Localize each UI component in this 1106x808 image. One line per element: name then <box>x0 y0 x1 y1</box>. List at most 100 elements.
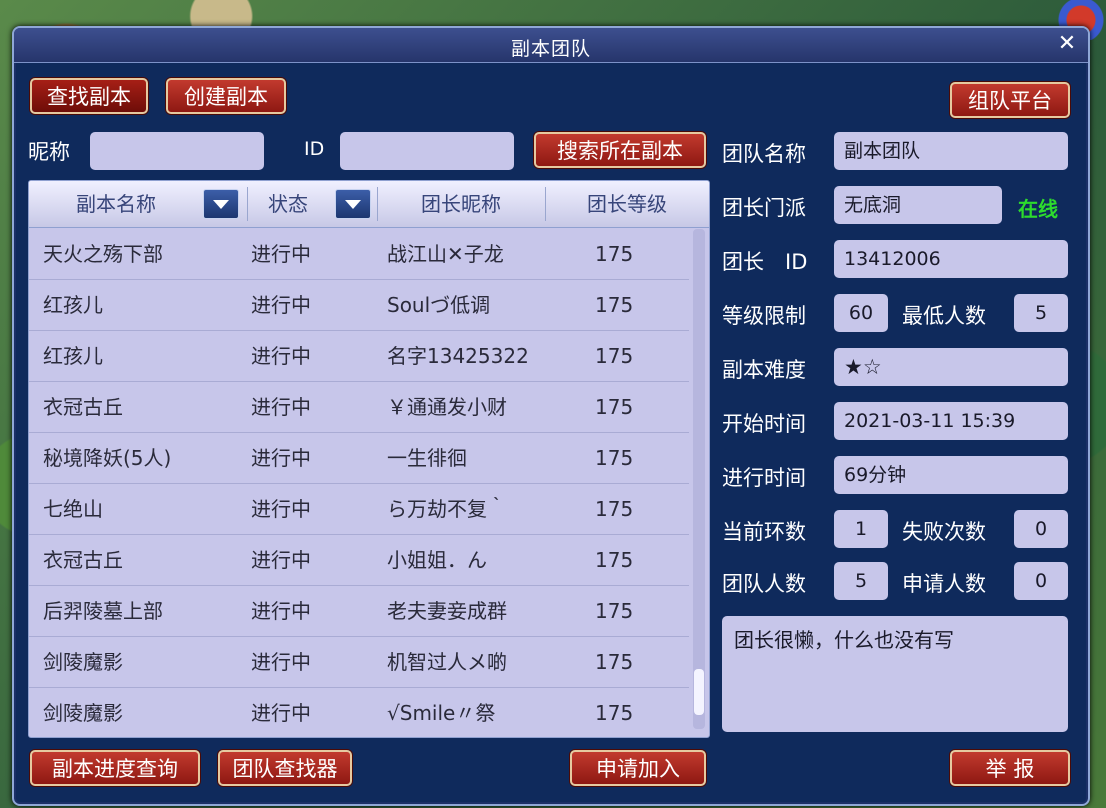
applicants-value: 0 <box>1014 562 1068 600</box>
leader-nickname: 机智过人メ啲 <box>387 650 507 674</box>
dungeon-status: 进行中 <box>251 497 311 521</box>
table-row[interactable]: 秘境降妖(5人) 进行中 一生徘徊 175 <box>29 433 689 484</box>
scrollbar-thumb[interactable] <box>694 669 704 715</box>
dungeon-name: 红孩儿 <box>43 344 103 368</box>
find-dungeon-button[interactable]: 查找副本 <box>30 78 148 114</box>
team-members-value: 5 <box>834 562 888 600</box>
leader-nickname: ら万劫不复｀ <box>387 497 507 521</box>
leader-level: 175 <box>595 395 634 419</box>
leader-level: 175 <box>595 293 634 317</box>
dungeon-name: 红孩儿 <box>43 293 103 317</box>
table-row[interactable]: 天火之殇下部 进行中 战江山✕子龙 175 <box>29 229 689 280</box>
difficulty-stars: ★☆ <box>834 348 1068 386</box>
leader-id-label: 团长 ID <box>722 250 808 274</box>
leader-nickname: ￥通通发小财 <box>387 395 507 419</box>
team-finder-button[interactable]: 团队查找器 <box>218 750 352 786</box>
name-filter-dropdown[interactable] <box>203 189 239 219</box>
dungeon-name: 剑陵魔影 <box>43 701 123 725</box>
chevron-down-icon <box>213 200 229 209</box>
dungeon-status: 进行中 <box>251 344 311 368</box>
dungeon-name: 衣冠古丘 <box>43 395 123 419</box>
id-label: ID <box>304 138 325 160</box>
leader-level: 175 <box>595 548 634 572</box>
leader-school-label: 团长门派 <box>722 196 806 220</box>
team-members-label: 团队人数 <box>722 572 806 596</box>
leader-level: 175 <box>595 701 634 725</box>
report-button[interactable]: 举 报 <box>950 750 1070 786</box>
table-row[interactable]: 衣冠古丘 进行中 小姐姐．ん 175 <box>29 535 689 586</box>
table-row[interactable]: 后羿陵墓上部 进行中 老夫妻妾成群 175 <box>29 586 689 637</box>
team-name-label: 团队名称 <box>722 142 806 166</box>
leader-level: 175 <box>595 497 634 521</box>
dungeon-status: 进行中 <box>251 599 311 623</box>
team-description: 团长很懒，什么也没有写 <box>722 616 1068 732</box>
dungeon-status: 进行中 <box>251 293 311 317</box>
dungeon-name: 秘境降妖(5人) <box>43 446 172 470</box>
leader-nickname: 小姐姐．ん <box>387 548 487 572</box>
dungeon-name: 后羿陵墓上部 <box>43 599 163 623</box>
window-title: 副本团队 <box>510 38 591 60</box>
chevron-down-icon <box>345 200 361 209</box>
fail-count-value: 0 <box>1014 510 1068 548</box>
team-platform-button[interactable]: 组队平台 <box>950 82 1070 118</box>
close-icon[interactable]: ✕ <box>1056 33 1078 55</box>
leader-id-value: 13412006 <box>834 240 1068 278</box>
difficulty-label: 副本难度 <box>722 358 806 382</box>
dungeon-status: 进行中 <box>251 242 311 266</box>
online-status: 在线 <box>1018 197 1058 221</box>
dungeon-status: 进行中 <box>251 650 311 674</box>
leader-nickname: √Smile〃祭 <box>387 701 496 725</box>
table-row[interactable]: 剑陵魔影 进行中 √Smile〃祭 175 <box>29 688 689 737</box>
create-dungeon-button[interactable]: 创建副本 <box>166 78 286 114</box>
start-time-label: 开始时间 <box>722 412 806 436</box>
leader-nickname: 名字13425322 <box>387 344 529 368</box>
dungeon-name: 剑陵魔影 <box>43 650 123 674</box>
leader-level: 175 <box>595 344 634 368</box>
leader-nickname: 老夫妻妾成群 <box>387 599 507 623</box>
leader-level: 175 <box>595 446 634 470</box>
table-row[interactable]: 红孩儿 进行中 Soulづ低调 175 <box>29 280 689 331</box>
level-limit-label: 等级限制 <box>722 304 806 328</box>
dungeon-name: 天火之殇下部 <box>43 242 163 266</box>
elapsed-time-label: 进行时间 <box>722 466 806 490</box>
dungeon-team-window: 副本团队 ✕ 查找副本 创建副本 组队平台 昵称 ID 搜索所在副本 副本名称 … <box>12 26 1090 806</box>
leader-nickname: 一生徘徊 <box>387 446 467 470</box>
table-header: 副本名称 状态 团长昵称 团长等级 <box>29 181 709 228</box>
nickname-label: 昵称 <box>28 140 70 164</box>
id-input[interactable] <box>340 132 514 170</box>
team-name-value: 副本团队 <box>834 132 1068 170</box>
elapsed-time-value: 69分钟 <box>834 456 1068 494</box>
start-time-value: 2021-03-11 15:39 <box>834 402 1068 440</box>
dungeon-progress-button[interactable]: 副本进度查询 <box>30 750 200 786</box>
min-people-label: 最低人数 <box>902 304 986 328</box>
leader-school-value: 无底洞 <box>834 186 1002 224</box>
search-dungeon-button[interactable]: 搜索所在副本 <box>534 132 706 168</box>
nickname-input[interactable] <box>90 132 264 170</box>
status-filter-dropdown[interactable] <box>335 189 371 219</box>
level-limit-value: 60 <box>834 294 888 332</box>
table-row[interactable]: 红孩儿 进行中 名字13425322 175 <box>29 331 689 382</box>
table-row[interactable]: 衣冠古丘 进行中 ￥通通发小财 175 <box>29 382 689 433</box>
apply-join-button[interactable]: 申请加入 <box>570 750 706 786</box>
title-bar[interactable]: 副本团队 ✕ <box>14 28 1088 63</box>
col-leader-nickname: 团长昵称 <box>421 192 501 216</box>
leader-level: 175 <box>595 650 634 674</box>
dungeon-status: 进行中 <box>251 701 311 725</box>
dungeon-name: 衣冠古丘 <box>43 548 123 572</box>
col-dungeon-name: 副本名称 <box>76 192 156 216</box>
leader-nickname: Soulづ低调 <box>387 293 491 317</box>
leader-level: 175 <box>595 242 634 266</box>
table-scrollbar[interactable] <box>693 229 705 729</box>
current-round-value: 1 <box>834 510 888 548</box>
table-row[interactable]: 剑陵魔影 进行中 机智过人メ啲 175 <box>29 637 689 688</box>
dungeon-name: 七绝山 <box>43 497 103 521</box>
dungeon-status: 进行中 <box>251 548 311 572</box>
dungeon-status: 进行中 <box>251 446 311 470</box>
table-row[interactable]: 七绝山 进行中 ら万劫不复｀ 175 <box>29 484 689 535</box>
fail-count-label: 失败次数 <box>902 520 986 544</box>
col-status: 状态 <box>268 192 308 216</box>
dungeon-table: 副本名称 状态 团长昵称 团长等级 天火之殇下部 进行中 战江山✕子龙 175 … <box>28 180 710 738</box>
leader-level: 175 <box>595 599 634 623</box>
min-people-value: 5 <box>1014 294 1068 332</box>
current-round-label: 当前环数 <box>722 520 806 544</box>
